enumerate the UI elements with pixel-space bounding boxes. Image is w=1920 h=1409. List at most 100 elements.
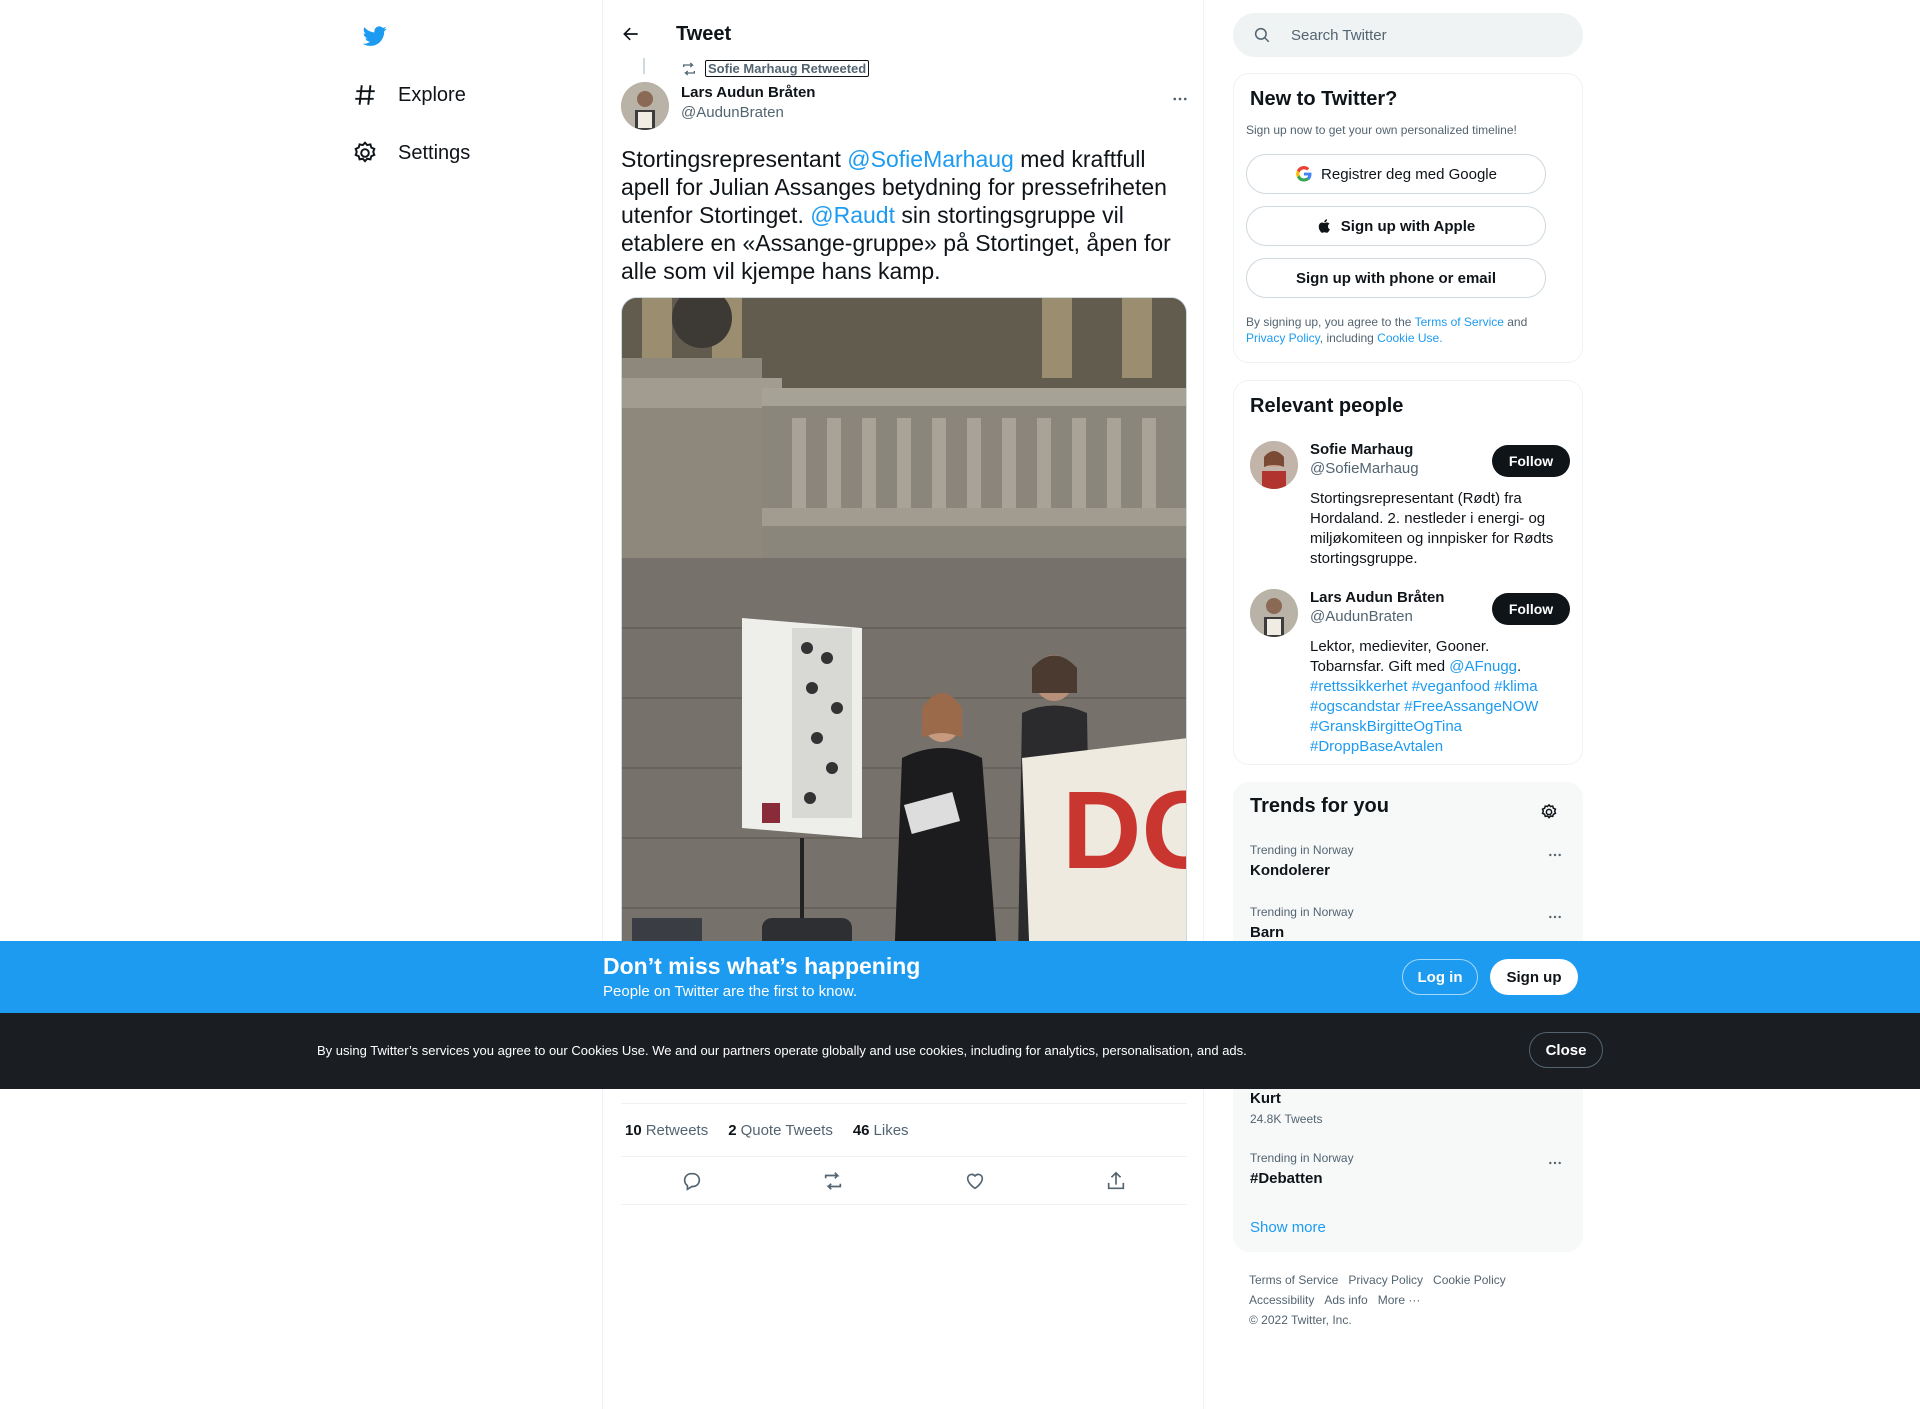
tweet-text-part: Stortingsrepresentant <box>621 146 848 172</box>
trend-meta: Trending in Norway <box>1250 905 1354 919</box>
mention-link[interactable]: @SofieMarhaug <box>847 146 1014 172</box>
heart-icon <box>966 1173 983 1189</box>
back-button[interactable] <box>613 16 649 52</box>
reply-button[interactable] <box>673 1162 711 1200</box>
trends-title: Trends for you <box>1250 795 1389 817</box>
main-column: Tweet Sofie Marhaug Retweeted Lars Audun… <box>602 0 1204 1409</box>
login-button[interactable]: Log in <box>1402 959 1478 995</box>
likes-count: 46 <box>852 1121 870 1139</box>
signup-legal-text: By signing up, you agree to the Terms of… <box>1246 314 1566 346</box>
trend-item[interactable]: Kurt 24.8K Tweets <box>1250 1085 1570 1126</box>
author-handle[interactable]: @AudunBraten <box>681 104 815 121</box>
cookie-close-button[interactable]: Close <box>1529 1032 1603 1068</box>
nav-settings[interactable]: Settings <box>340 128 482 178</box>
nav-explore-label: Explore <box>398 83 466 106</box>
footer-privacy-link[interactable]: Privacy Policy <box>1348 1273 1423 1287</box>
apple-signup-button[interactable]: Sign up with Apple <box>1246 206 1546 246</box>
trend-more-button[interactable] <box>1540 905 1570 929</box>
follow-button[interactable]: Follow <box>1492 445 1570 477</box>
phone-signup-label: Sign up with phone or email <box>1295 269 1496 287</box>
trends-settings-button[interactable] <box>1532 795 1566 829</box>
search-box[interactable] <box>1233 13 1583 57</box>
bio-hashtags[interactable]: #rettssikkerhet #veganfood #klima #ogsca… <box>1310 678 1538 755</box>
search-icon <box>1254 27 1270 43</box>
nav-explore[interactable]: Explore <box>340 70 478 120</box>
left-navigation: Explore Settings <box>340 0 602 1409</box>
quotes-stat[interactable]: 2 Quote Tweets <box>728 1122 833 1139</box>
avatar[interactable] <box>1250 589 1298 637</box>
footer-accessibility-link[interactable]: Accessibility <box>1249 1293 1314 1307</box>
new-to-twitter-title: New to Twitter? <box>1250 88 1398 110</box>
reply-icon <box>683 1172 700 1191</box>
trend-item[interactable]: Trending in Norway Kondolerer <box>1250 843 1570 879</box>
legal-text: By signing up, you agree to the <box>1246 315 1415 329</box>
footer-cookie-link[interactable]: Cookie Policy <box>1433 1273 1506 1287</box>
signup-banner: Don’t miss what’s happening People on Tw… <box>0 941 1920 1013</box>
like-button[interactable] <box>956 1162 994 1200</box>
privacy-link[interactable]: Privacy Policy <box>1246 331 1320 345</box>
svg-text:DO: DO <box>1062 769 1187 892</box>
person-bio: Stortingsrepresentant (Rødt) fra Hordala… <box>1310 490 1554 567</box>
google-signup-button[interactable]: Registrer deg med Google <box>1246 154 1546 194</box>
retweets-label: Retweets <box>645 1121 709 1139</box>
person-info: Sofie Marhaug @SofieMarhaug <box>1310 441 1510 477</box>
more-dots-icon <box>1549 1161 1561 1165</box>
author-avatar[interactable] <box>621 82 669 130</box>
author-info: Lars Audun Bråten @AudunBraten <box>681 84 815 121</box>
footer-links: Terms of Service Privacy Policy Cookie Pol… <box>1249 1270 1579 1330</box>
retweets-stat[interactable]: 10 Retweets <box>625 1122 708 1139</box>
bio-mention-link[interactable]: @AFnugg <box>1449 658 1517 675</box>
tweet-actions <box>621 1157 1187 1205</box>
apple-icon <box>1318 219 1330 233</box>
relevant-people-card: Relevant people Sofie Marhaug @SofieMarh… <box>1233 380 1583 765</box>
search-input[interactable] <box>1291 26 1551 44</box>
mention-link[interactable]: @Raudt <box>810 202 895 228</box>
copyright: © 2022 Twitter, Inc. <box>1249 1313 1352 1327</box>
person-handle[interactable]: @SofieMarhaug <box>1310 460 1510 477</box>
footer-more-link[interactable]: More ··· <box>1378 1293 1421 1307</box>
trend-count: 24.8K Tweets <box>1250 1112 1323 1126</box>
trend-meta: Trending in Norway <box>1250 843 1354 857</box>
trend-item[interactable]: Trending in Norway #Debatten <box>1250 1151 1570 1187</box>
signup-button[interactable]: Sign up <box>1490 959 1578 995</box>
share-button[interactable] <box>1097 1162 1135 1200</box>
person-bio: Lektor, medieviter, Gooner. Tobarnsfar. … <box>1310 637 1560 757</box>
gear-icon <box>354 141 376 163</box>
trend-name: Kondolerer <box>1250 862 1331 879</box>
quotes-label: Quote Tweets <box>740 1121 833 1139</box>
avatar[interactable] <box>1250 441 1298 489</box>
more-dots-icon <box>1549 853 1561 857</box>
tweet-photo[interactable]: DO <box>621 297 1187 1017</box>
author-name[interactable]: Lars Audun Bråten <box>681 84 815 101</box>
likes-stat[interactable]: 46 Likes <box>853 1122 909 1139</box>
retweet-icon <box>825 1171 842 1190</box>
retweet-context-link[interactable]: Sofie Marhaug Retweeted <box>705 60 870 77</box>
retweet-icon <box>683 62 695 75</box>
person-handle[interactable]: @AudunBraten <box>1310 608 1510 625</box>
retweet-context: Sofie Marhaug Retweeted <box>681 60 870 77</box>
footer-terms-link[interactable]: Terms of Service <box>1249 1273 1338 1287</box>
trend-item[interactable]: Trending in Norway Barn <box>1250 905 1570 941</box>
twitter-logo-icon[interactable] <box>350 18 400 54</box>
cookie-consent-bar: By using Twitter’s services you agree to… <box>0 1013 1920 1089</box>
person-name[interactable]: Lars Audun Bråten <box>1310 589 1510 606</box>
retweet-button[interactable] <box>814 1162 852 1200</box>
google-signup-label: Registrer deg med Google <box>1321 165 1497 183</box>
apple-signup-label: Sign up with Apple <box>1340 217 1476 235</box>
legal-text: , including <box>1319 331 1378 345</box>
follow-button[interactable]: Follow <box>1492 593 1570 625</box>
footer-ads-link[interactable]: Ads info <box>1324 1293 1367 1307</box>
person-name[interactable]: Sofie Marhaug <box>1310 441 1510 458</box>
show-more-link[interactable]: Show more <box>1250 1219 1326 1236</box>
nav-settings-label: Settings <box>398 141 471 164</box>
cookie-use-link[interactable]: Cookie Use. <box>1377 331 1442 345</box>
page-title: Tweet <box>676 23 732 45</box>
phone-signup-button[interactable]: Sign up with phone or email <box>1246 258 1546 298</box>
trend-more-button[interactable] <box>1540 843 1570 867</box>
trend-name: Barn <box>1250 924 1285 941</box>
terms-link[interactable]: Terms of Service <box>1415 315 1504 329</box>
trend-more-button[interactable] <box>1540 1151 1570 1175</box>
more-options-button[interactable] <box>1163 82 1197 116</box>
legal-text: and <box>1503 315 1528 329</box>
more-dots-icon <box>1173 97 1187 101</box>
